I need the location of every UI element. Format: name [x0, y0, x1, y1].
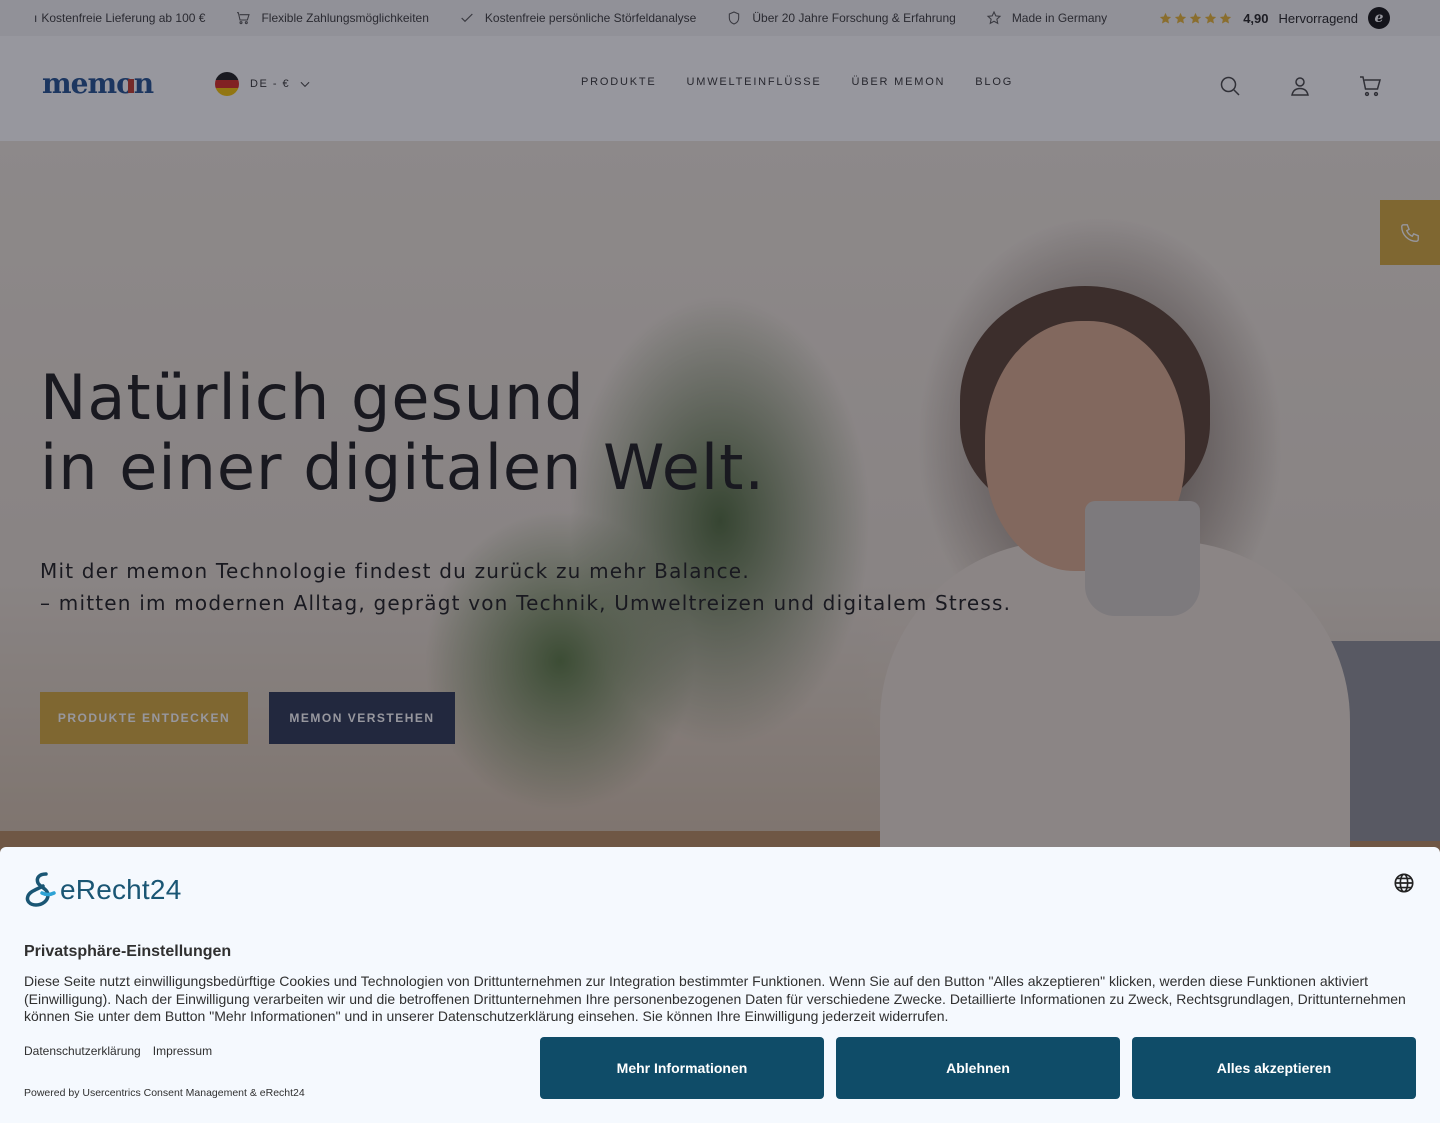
erecht24-logo: eRecht24: [24, 871, 181, 909]
consent-buttons: Mehr Informationen Ablehnen Alles akzept…: [540, 1037, 1416, 1099]
consent-title: Privatsphäre-Einstellungen: [24, 943, 232, 960]
imprint-link[interactable]: Impressum: [153, 1044, 212, 1058]
erecht24-logo-mark-icon: [25, 872, 56, 907]
decline-button[interactable]: Ablehnen: [836, 1037, 1120, 1099]
language-globe-icon[interactable]: [1393, 872, 1415, 894]
accept-all-button[interactable]: Alles akzeptieren: [1132, 1037, 1416, 1099]
erecht24-brand: eRecht24: [60, 874, 182, 905]
privacy-policy-link[interactable]: Datenschutzerklärung: [24, 1044, 141, 1058]
powered-by-text: Powered by Usercentrics Consent Manageme…: [24, 1087, 305, 1099]
cookie-consent-banner: eRecht24 Privatsphäre-Einstellungen Dies…: [0, 847, 1440, 1123]
consent-description: Diese Seite nutzt einwilligungsbedürftig…: [24, 973, 1406, 1024]
consent-links: Datenschutzerklärung Impressum: [24, 1044, 224, 1058]
more-information-button[interactable]: Mehr Informationen: [540, 1037, 824, 1099]
